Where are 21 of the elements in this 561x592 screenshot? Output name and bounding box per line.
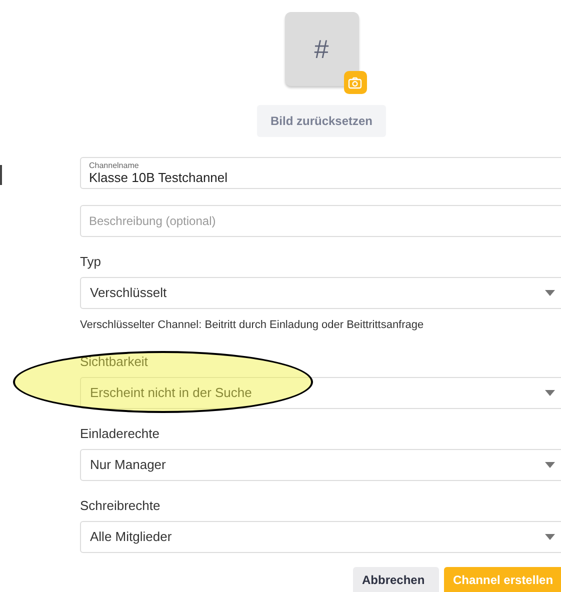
dropdown-caret-icon	[545, 390, 555, 396]
field-label: Sichtbarkeit	[80, 354, 149, 370]
select-field[interactable]: Alle Mitglieder	[80, 521, 561, 553]
dropdown-caret-icon	[545, 290, 555, 296]
field-label: Typ	[80, 254, 102, 270]
channel-avatar[interactable]: #	[284, 12, 358, 86]
camera-icon	[348, 76, 362, 88]
field-value: Klasse 10B Testchannel	[89, 170, 229, 185]
field-label: Channelname	[89, 161, 140, 170]
field-placeholder: Beschreibung (optional)	[89, 213, 217, 230]
select-field[interactable]: Nur Manager	[80, 449, 561, 481]
reset-picture-button[interactable]: Bild zurücksetzen	[257, 105, 386, 137]
text-field[interactable]: Channelname Klasse 10B Testchannel	[80, 157, 561, 189]
field-label: Einladerechte	[80, 426, 160, 442]
select-field[interactable]: Verschlüsselt	[80, 277, 561, 309]
helper-text: Verschlüsselter Channel: Beitritt durch Einladung oder Beittrittsanfrage	[80, 319, 425, 332]
change-picture-button[interactable]	[344, 71, 366, 94]
dropdown-caret-icon	[545, 534, 555, 540]
cancel-button[interactable]: Abbrechen	[353, 567, 439, 592]
dropdown-caret-icon	[545, 462, 555, 468]
field-label: Schreibrechte	[80, 498, 162, 514]
